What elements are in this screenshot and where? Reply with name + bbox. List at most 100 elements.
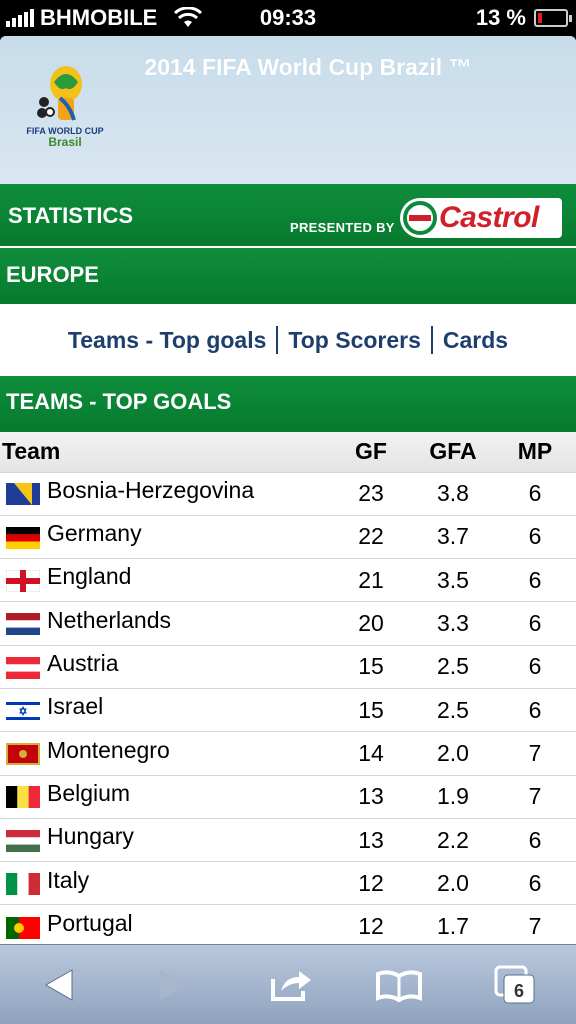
goals-for-average-cell: 3.5: [437, 566, 469, 593]
link-teams-top-goals[interactable]: Teams - Top goals: [58, 327, 277, 354]
table-row[interactable]: Belgium 13 1.9 7: [0, 775, 576, 818]
goals-for-average-cell: 2.5: [437, 696, 469, 723]
team-name[interactable]: Germany: [47, 520, 142, 546]
column-header-mp[interactable]: MP: [494, 432, 576, 472]
table-row[interactable]: Portugal 12 1.7 7: [0, 904, 576, 944]
column-header-team[interactable]: Team: [0, 432, 330, 472]
team-cell: Germany: [0, 515, 330, 558]
hungary-flag-icon: [6, 829, 40, 852]
castrol-brand-text: Castrol: [439, 201, 539, 234]
belgium-flag-icon: [6, 786, 40, 809]
status-bar: BHMOBILE 09:33 13 %: [0, 0, 576, 36]
team-cell: Hungary: [0, 818, 330, 861]
goals-for-cell: 12: [358, 913, 384, 940]
tabs-count: 6: [514, 981, 524, 1001]
goals-for-cell: 21: [358, 566, 384, 593]
castrol-emblem-icon: [403, 201, 437, 235]
matches-played-cell: 6: [528, 523, 542, 550]
column-header-gf[interactable]: GF: [330, 432, 412, 472]
matches-played-cell: 6: [528, 480, 542, 507]
team-name[interactable]: Hungary: [47, 823, 134, 849]
matches-played-cell: 6: [528, 696, 542, 723]
teams-table: Team GF GFA MP Bosnia-Herzegovina 23 3.8 6 G…: [0, 432, 576, 944]
section-title-bar: TEAMS - TOP GOALS: [0, 376, 576, 432]
italy-flag-icon: [6, 873, 40, 896]
bosnia-flag-icon: [6, 483, 40, 506]
back-button[interactable]: [34, 963, 84, 1007]
goals-for-cell: 23: [358, 480, 384, 507]
table-row[interactable]: England 21 3.5 6: [0, 558, 576, 602]
castrol-logo[interactable]: Castrol: [400, 198, 562, 238]
web-page: FIFA WORLD CUP Brasil 2014 FIFA World Cu…: [0, 36, 576, 944]
team-cell: Portugal: [0, 905, 330, 944]
team-name[interactable]: Bosnia-Herzegovina: [47, 477, 254, 503]
table-row[interactable]: Italy 12 2.0 6: [0, 861, 576, 905]
team-name[interactable]: Italy: [47, 867, 89, 893]
table-row[interactable]: Germany 22 3.7 6: [0, 515, 576, 558]
goals-for-cell: 13: [358, 826, 384, 853]
statistics-bar: STATISTICS PRESENTED BY Castrol: [0, 184, 576, 248]
matches-played-cell: 7: [528, 783, 542, 810]
matches-played-cell: 7: [528, 739, 542, 766]
section-title: TEAMS - TOP GOALS: [6, 389, 232, 414]
team-name[interactable]: Montenegro: [47, 737, 170, 763]
table-row[interactable]: Austria 15 2.5 6: [0, 645, 576, 688]
netherlands-flag-icon: [6, 613, 40, 636]
column-header-gfa[interactable]: GFA: [412, 432, 494, 472]
goals-for-average-cell: 3.3: [437, 610, 469, 637]
table-row[interactable]: Bosnia-Herzegovina 23 3.8 6: [0, 472, 576, 515]
team-cell: England: [0, 559, 330, 602]
table-row[interactable]: Hungary 13 2.2 6: [0, 818, 576, 861]
austria-flag-icon: [6, 656, 40, 679]
table-row[interactable]: Netherlands 20 3.3 6: [0, 601, 576, 645]
logo-text-line2: Brasil: [48, 135, 82, 149]
team-cell: Montenegro: [0, 732, 330, 775]
matches-played-cell: 6: [528, 610, 542, 637]
goals-for-average-cell: 1.7: [437, 913, 469, 940]
matches-played-cell: 6: [528, 826, 542, 853]
team-cell: Belgium: [0, 775, 330, 818]
goals-for-average-cell: 2.0: [437, 739, 469, 766]
team-name[interactable]: Austria: [47, 650, 119, 676]
link-top-scorers[interactable]: Top Scorers: [278, 327, 431, 354]
team-name[interactable]: Israel: [47, 693, 103, 719]
goals-for-cell: 15: [358, 696, 384, 723]
forward-button[interactable]: [148, 963, 198, 1007]
goals-for-average-cell: 1.9: [437, 783, 469, 810]
link-cards[interactable]: Cards: [433, 327, 518, 354]
region-bar: EUROPE: [0, 248, 576, 304]
statistics-label: STATISTICS: [8, 203, 134, 228]
team-cell: Italy: [0, 862, 330, 905]
matches-played-cell: 6: [528, 653, 542, 680]
share-button[interactable]: [266, 963, 316, 1007]
browser-toolbar: 6: [0, 944, 576, 1024]
bookmarks-button[interactable]: [374, 963, 424, 1007]
goals-for-cell: 20: [358, 610, 384, 637]
goals-for-cell: 13: [358, 783, 384, 810]
table-row[interactable]: Israel 15 2.5 6: [0, 688, 576, 731]
team-cell: Austria: [0, 645, 330, 688]
matches-played-cell: 7: [528, 913, 542, 940]
goals-for-average-cell: 2.2: [437, 826, 469, 853]
goals-for-average-cell: 3.7: [437, 523, 469, 550]
table-row[interactable]: Montenegro 14 2.0 7: [0, 731, 576, 775]
goals-for-cell: 12: [358, 869, 384, 896]
site-header: FIFA WORLD CUP Brasil 2014 FIFA World Cu…: [0, 36, 576, 184]
back-arrow-icon: [44, 969, 73, 1001]
goals-for-cell: 14: [358, 739, 384, 766]
team-name[interactable]: Portugal: [47, 910, 133, 936]
battery-percent: 13 %: [475, 5, 526, 30]
team-name[interactable]: England: [47, 563, 131, 589]
statistics-subnav: Teams - Top goals Top Scorers Cards: [0, 304, 576, 376]
israel-flag-icon: [6, 699, 40, 722]
team-name[interactable]: Belgium: [47, 780, 130, 806]
montenegro-flag-icon: [6, 743, 40, 766]
tabs-button[interactable]: 6: [490, 963, 540, 1007]
team-name[interactable]: Netherlands: [47, 607, 171, 633]
region-label: EUROPE: [6, 262, 99, 287]
presented-by-label: PRESENTED BY: [290, 220, 395, 235]
goals-for-average-cell: 3.8: [437, 480, 469, 507]
bookmarks-icon: [376, 970, 422, 1002]
page-title: 2014 FIFA World Cup Brazil ™: [144, 54, 472, 80]
share-icon: [271, 971, 311, 1001]
